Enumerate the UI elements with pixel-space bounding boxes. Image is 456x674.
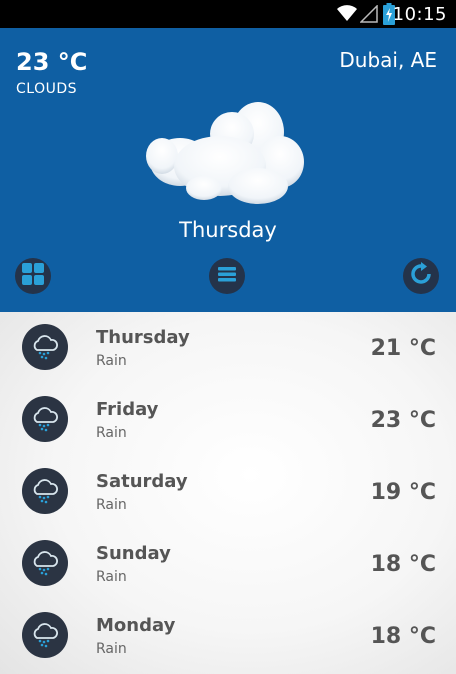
forecast-day: Thursday — [96, 327, 190, 348]
forecast-temp: 21 °C — [370, 336, 436, 361]
forecast-desc: Rain — [96, 497, 127, 513]
forecast-day: Monday — [96, 615, 176, 636]
signal-icon — [359, 4, 378, 27]
cloud-icon — [140, 90, 310, 214]
forecast-list: Thursday Rain 21 °C Friday Rain 23 °C Sa… — [0, 312, 456, 674]
forecast-desc: Rain — [96, 641, 127, 657]
list-item[interactable]: Thursday Rain 21 °C — [0, 312, 456, 384]
forecast-desc: Rain — [96, 425, 127, 441]
forecast-desc: Rain — [96, 353, 127, 369]
forecast-temp: 18 °C — [370, 552, 436, 577]
menu-button[interactable] — [209, 258, 245, 294]
grid-view-button[interactable] — [15, 258, 51, 294]
refresh-button[interactable] — [403, 258, 439, 294]
rain-cloud-icon — [22, 540, 68, 586]
list-item[interactable]: Sunday Rain 18 °C — [0, 528, 456, 600]
forecast-temp: 18 °C — [370, 624, 436, 649]
current-condition: CLOUDS — [16, 81, 78, 97]
current-temperature: 23 °C — [16, 48, 88, 76]
clock-time: 10:15 — [392, 4, 447, 25]
wifi-icon — [337, 4, 357, 26]
current-weather-panel: 23 °C CLOUDS Dubai, AE Thursday — [0, 28, 456, 312]
forecast-day: Sunday — [96, 543, 171, 564]
list-item[interactable]: Monday Rain 18 °C — [0, 600, 456, 672]
list-item[interactable]: Friday Rain 23 °C — [0, 384, 456, 456]
forecast-temp: 19 °C — [370, 480, 436, 505]
current-day: Thursday — [179, 218, 277, 242]
rain-cloud-icon — [22, 324, 68, 370]
rain-cloud-icon — [22, 612, 68, 658]
rain-cloud-icon — [22, 396, 68, 442]
forecast-desc: Rain — [96, 569, 127, 585]
forecast-day: Friday — [96, 399, 159, 420]
grid-icon — [21, 262, 45, 290]
list-item[interactable]: Saturday Rain 19 °C — [0, 456, 456, 528]
menu-icon — [217, 264, 237, 288]
forecast-day: Saturday — [96, 471, 188, 492]
location-label[interactable]: Dubai, AE — [339, 48, 437, 72]
rain-cloud-icon — [22, 468, 68, 514]
status-bar: 10:15 — [0, 0, 456, 28]
refresh-icon — [409, 262, 433, 290]
forecast-temp: 23 °C — [370, 408, 436, 433]
